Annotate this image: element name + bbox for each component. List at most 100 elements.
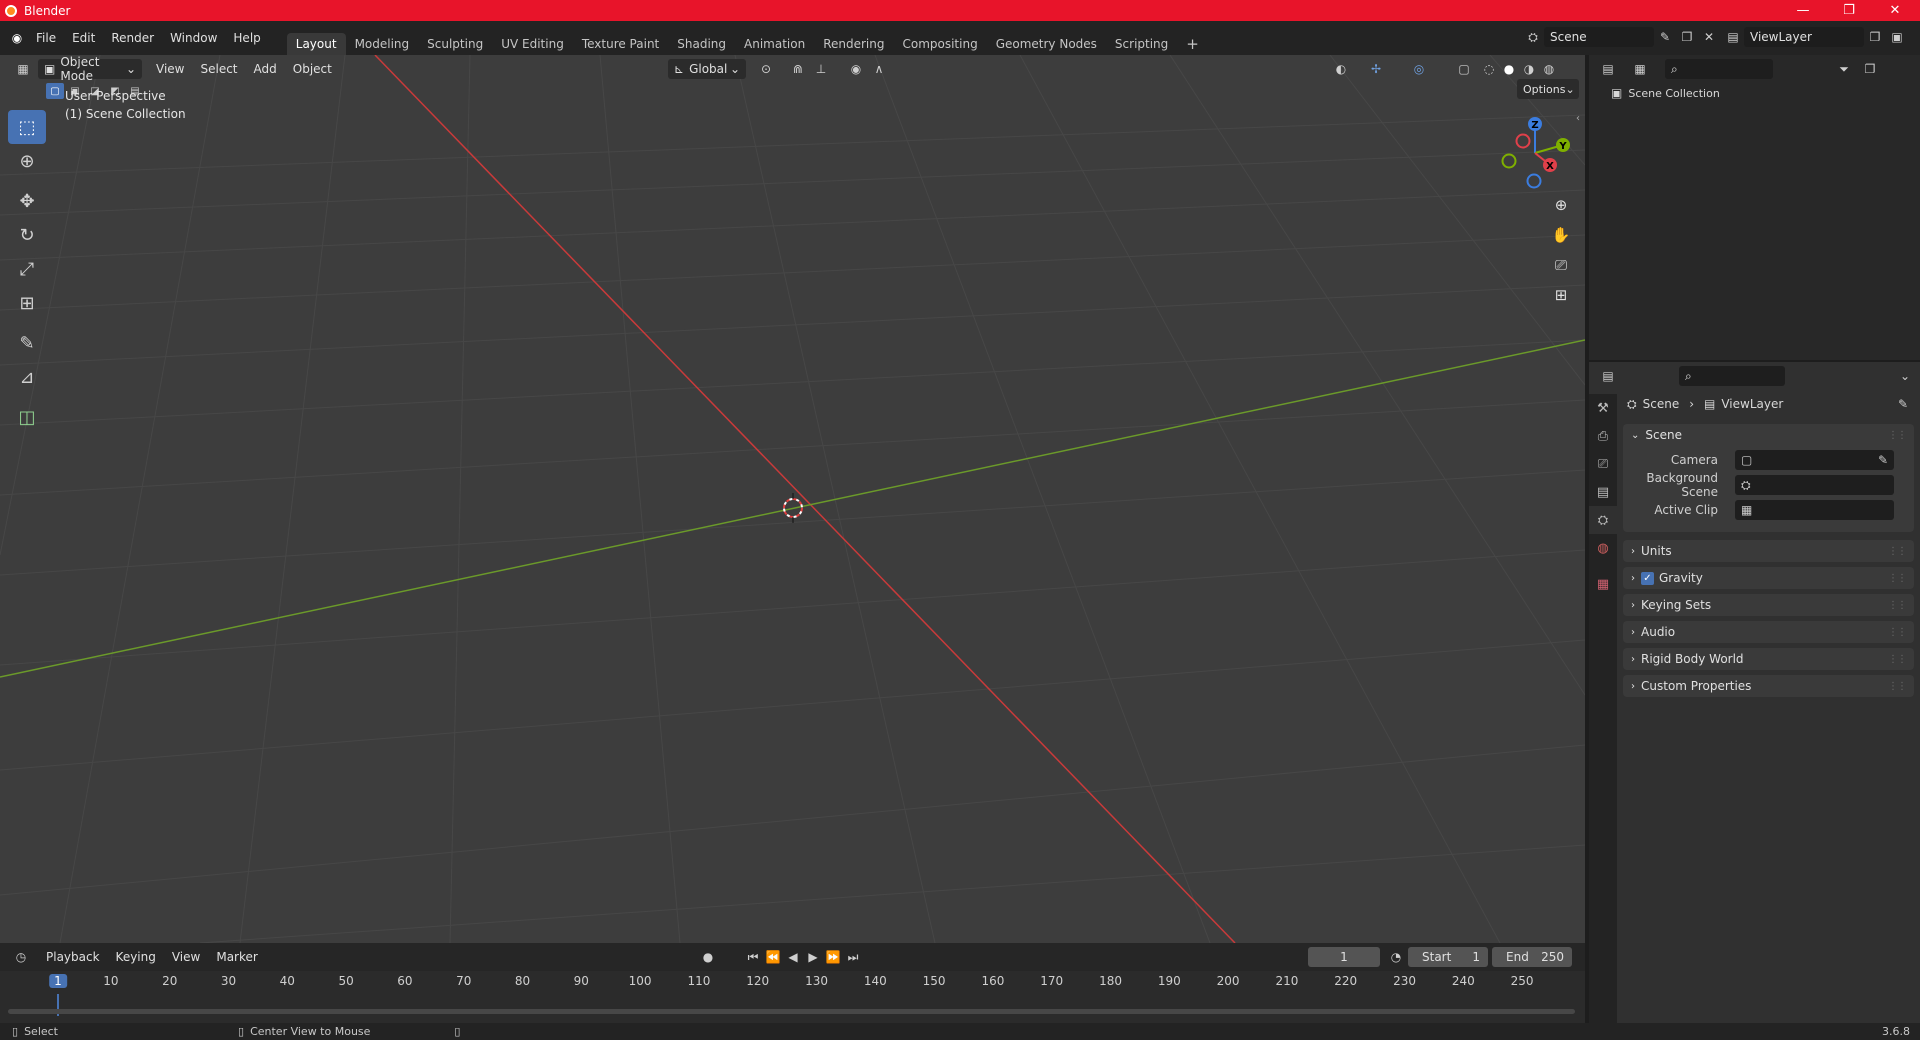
- pin-icon[interactable]: ✎: [1654, 27, 1676, 47]
- sidebar-toggle-icon[interactable]: ‹: [1576, 113, 1580, 124]
- tab-output[interactable]: ⎚: [1589, 450, 1617, 478]
- start-frame-field[interactable]: Start 1: [1408, 947, 1488, 967]
- gravity-panel[interactable]: › ✓ Gravity ⋮⋮: [1623, 567, 1914, 589]
- properties-editor[interactable]: ▤ ⌕ ⌄ ⚒ ⎙ ⎚ ▤ ⛭ ◍ ▦ ⛭ Scene › ▤ ViewLaye…: [1589, 362, 1920, 1023]
- material-shading-icon[interactable]: ◑: [1518, 59, 1540, 79]
- eyedropper-icon[interactable]: ✎: [1878, 453, 1888, 467]
- timeline-menu-view[interactable]: View: [164, 950, 208, 964]
- drag-handle-icon[interactable]: ⋮⋮: [1888, 600, 1907, 611]
- blender-menu-icon[interactable]: ◉: [6, 28, 28, 48]
- tab-layout[interactable]: Layout: [286, 33, 346, 55]
- options-dropdown[interactable]: Options ⌄: [1517, 79, 1579, 99]
- jump-to-keyframe-forward-icon[interactable]: ⏩: [822, 947, 844, 967]
- tab-geometry-nodes[interactable]: Geometry Nodes: [987, 33, 1106, 55]
- navigation-gizmo[interactable]: Z Y X: [1495, 113, 1575, 193]
- drag-handle-icon[interactable]: ⋮⋮: [1888, 546, 1907, 557]
- scene-name-field[interactable]: Scene: [1544, 27, 1654, 47]
- timeline-ruler[interactable]: 1 10 20 30 40 50 60 70 80 90 100 110 120 130 140 150 160…: [0, 971, 1585, 993]
- active-clip-field[interactable]: ▦: [1735, 500, 1894, 520]
- menu-file[interactable]: File: [28, 27, 64, 49]
- new-viewlayer-icon[interactable]: ❐: [1864, 27, 1886, 47]
- snap-icon[interactable]: ⋒: [787, 59, 809, 79]
- units-panel[interactable]: › Units ⋮⋮: [1623, 540, 1914, 562]
- viewlayer-selector[interactable]: ▤ ViewLayer ❐ ▣: [1722, 27, 1908, 47]
- timeline-editor[interactable]: ◷ Playback Keying View Marker ● ⏮ ⏪ ◀ ▶ …: [0, 943, 1585, 1023]
- tab-view-layer[interactable]: ▤: [1589, 478, 1617, 506]
- viewlayer-name-field[interactable]: ViewLayer: [1744, 27, 1864, 47]
- wireframe-shading-icon[interactable]: ◌: [1478, 59, 1500, 79]
- drag-handle-icon[interactable]: ⋮⋮: [1888, 627, 1907, 638]
- tab-rendering[interactable]: Rendering: [814, 33, 893, 55]
- play-reverse-icon[interactable]: ◀: [782, 947, 804, 967]
- timeline-scrollbar[interactable]: [8, 1009, 1575, 1014]
- snap-target-icon[interactable]: ⊥: [810, 59, 832, 79]
- tab-animation[interactable]: Animation: [735, 33, 814, 55]
- scene-selector[interactable]: ⛭ Scene ✎ ❐ ✕: [1522, 27, 1720, 47]
- rotate-tool[interactable]: ↻: [8, 218, 46, 252]
- background-scene-field[interactable]: ⛭: [1735, 475, 1894, 495]
- current-frame-field[interactable]: 1: [1308, 947, 1380, 967]
- xray-icon[interactable]: ▢: [1453, 59, 1475, 79]
- rendered-shading-icon[interactable]: ◍: [1538, 59, 1560, 79]
- timeline-menu-playback[interactable]: Playback: [38, 950, 108, 964]
- zoom-icon[interactable]: ⊕: [1548, 192, 1574, 218]
- viewport-menu-view[interactable]: View: [148, 62, 192, 76]
- falloff-icon[interactable]: ∧: [868, 59, 890, 79]
- gizmo-toggle-icon[interactable]: ✢: [1365, 59, 1387, 79]
- jump-to-end-icon[interactable]: ⏭: [842, 947, 864, 967]
- viewport-menu-object[interactable]: Object: [285, 62, 340, 76]
- editor-type-icon[interactable]: ▦: [12, 59, 34, 79]
- select-box-tool[interactable]: ⬚: [8, 110, 46, 144]
- preview-range-icon[interactable]: ◔: [1385, 947, 1407, 967]
- play-icon[interactable]: ▶: [802, 947, 824, 967]
- timeline-editor-type-icon[interactable]: ◷: [10, 947, 32, 967]
- drag-handle-icon[interactable]: ⋮⋮: [1888, 430, 1907, 441]
- tab-render[interactable]: ⎙: [1589, 422, 1617, 450]
- delete-scene-icon[interactable]: ✕: [1698, 27, 1720, 47]
- new-scene-icon[interactable]: ❐: [1676, 27, 1698, 47]
- camera-field[interactable]: ▢ ✎: [1735, 450, 1894, 470]
- camera-view-icon[interactable]: ⎚: [1548, 252, 1574, 278]
- outliner-row-scene-collection[interactable]: ▣ Scene Collection: [1589, 83, 1920, 103]
- drag-handle-icon[interactable]: ⋮⋮: [1888, 654, 1907, 665]
- proportional-edit-icon[interactable]: ◉: [845, 59, 867, 79]
- properties-search-input[interactable]: ⌕: [1679, 366, 1785, 386]
- properties-editor-type-icon[interactable]: ▤: [1597, 366, 1619, 386]
- add-cube-tool[interactable]: ◫: [8, 400, 46, 434]
- add-workspace-button[interactable]: +: [1177, 33, 1208, 55]
- tab-modeling[interactable]: Modeling: [346, 33, 419, 55]
- tab-texture[interactable]: ▦: [1589, 570, 1617, 598]
- menu-window[interactable]: Window: [162, 27, 225, 49]
- cursor-tool[interactable]: ⊕: [8, 144, 46, 178]
- tab-shading[interactable]: Shading: [668, 33, 735, 55]
- orientation-dropdown[interactable]: ⊾ Global ⌄: [668, 59, 746, 79]
- restore-button[interactable]: ❐: [1826, 0, 1872, 21]
- filter-icon[interactable]: ⏷: [1833, 59, 1855, 79]
- viewport-menu-add[interactable]: Add: [246, 62, 285, 76]
- properties-options-icon[interactable]: ⌄: [1894, 366, 1916, 386]
- outliner-editor-type-icon[interactable]: ▤: [1597, 59, 1619, 79]
- new-collection-icon[interactable]: ❐: [1859, 59, 1881, 79]
- perspective-toggle-icon[interactable]: ⊞: [1548, 282, 1574, 308]
- timeline-menu-marker[interactable]: Marker: [208, 950, 265, 964]
- tab-texture-paint[interactable]: Texture Paint: [573, 33, 668, 55]
- tab-compositing[interactable]: Compositing: [893, 33, 986, 55]
- timeline-menu-keying[interactable]: Keying: [108, 950, 164, 964]
- end-frame-field[interactable]: End 250: [1492, 947, 1572, 967]
- pin-icon[interactable]: ✎: [1892, 394, 1914, 414]
- visibility-icon[interactable]: ◐: [1330, 59, 1352, 79]
- tab-scripting[interactable]: Scripting: [1106, 33, 1177, 55]
- drag-handle-icon[interactable]: ⋮⋮: [1888, 573, 1907, 584]
- scale-tool[interactable]: ⤢: [8, 252, 46, 286]
- menu-edit[interactable]: Edit: [64, 27, 103, 49]
- gravity-checkbox[interactable]: ✓: [1641, 571, 1654, 585]
- jump-to-keyframe-back-icon[interactable]: ⏪: [762, 947, 784, 967]
- jump-to-start-icon[interactable]: ⏮: [742, 947, 764, 967]
- menu-help[interactable]: Help: [225, 27, 268, 49]
- keying-sets-panel[interactable]: › Keying Sets ⋮⋮: [1623, 594, 1914, 616]
- drag-handle-icon[interactable]: ⋮⋮: [1888, 681, 1907, 692]
- tab-scene[interactable]: ⛭: [1589, 506, 1617, 534]
- annotate-tool[interactable]: ✎: [8, 326, 46, 360]
- outliner-editor[interactable]: ▤ ▦ ⌕ ⏷ ❐ ▣ Scene Collection: [1589, 55, 1920, 360]
- custom-properties-panel[interactable]: › Custom Properties ⋮⋮: [1623, 675, 1914, 697]
